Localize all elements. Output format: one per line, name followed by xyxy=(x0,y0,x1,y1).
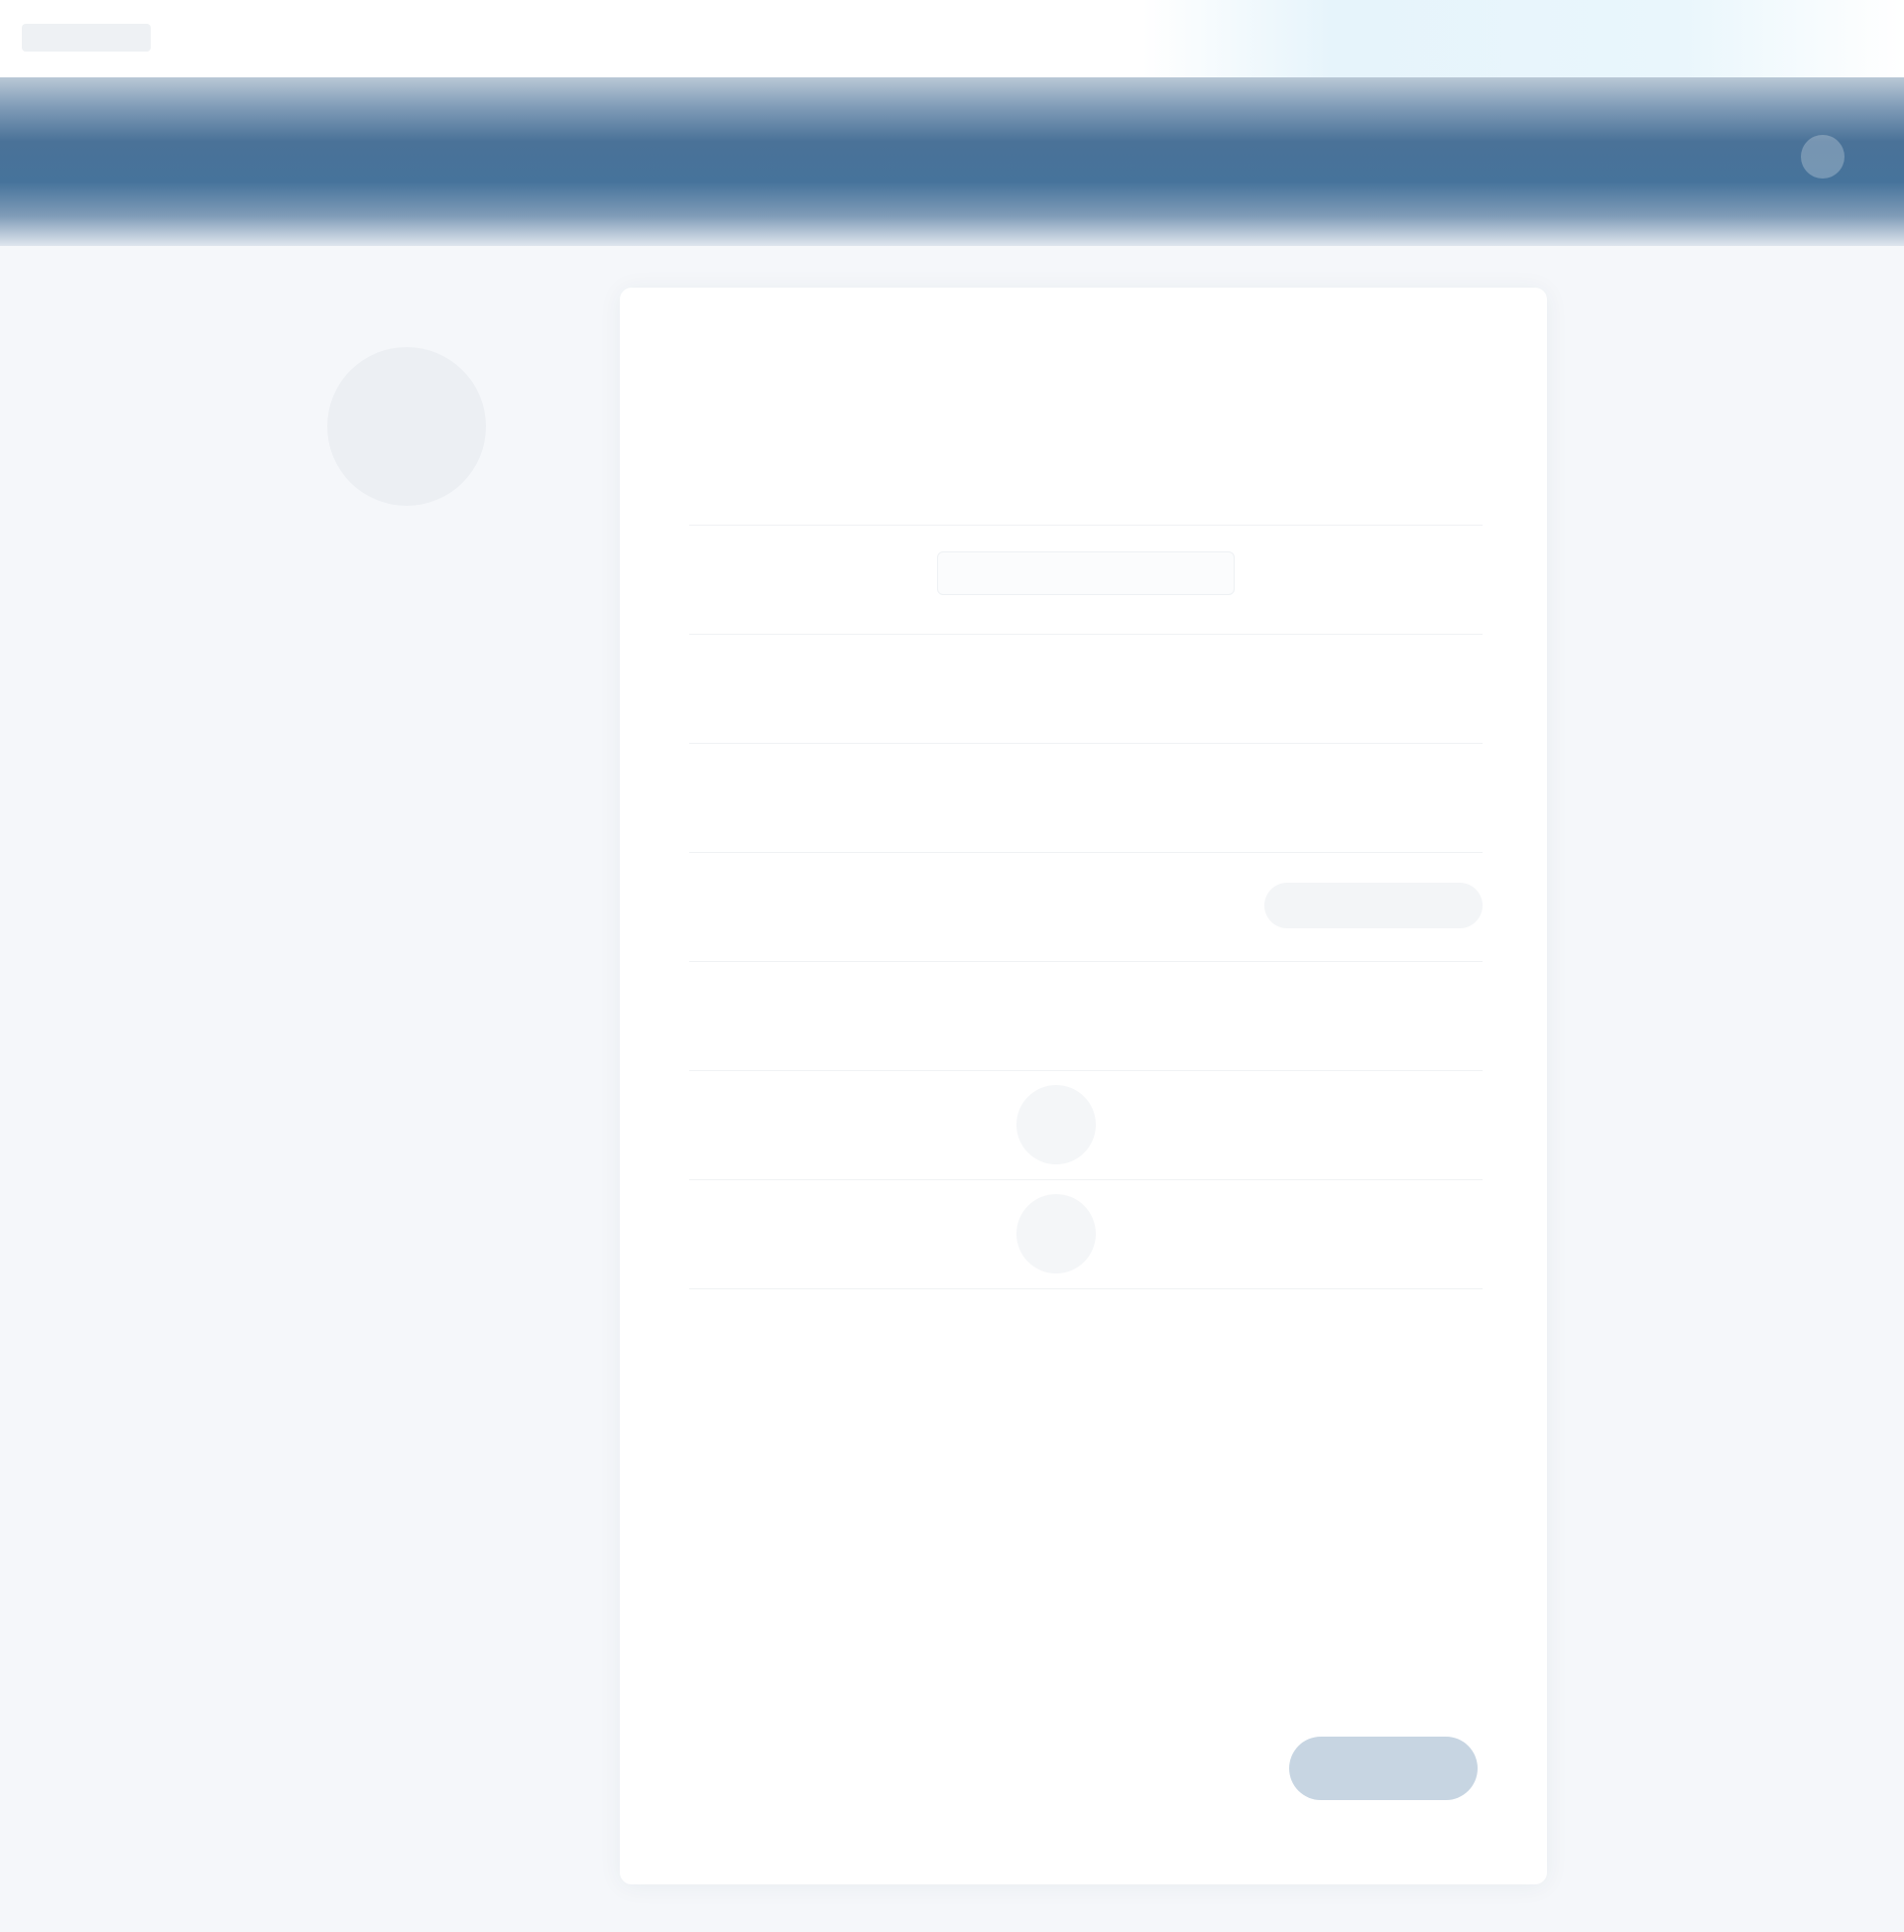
form-row xyxy=(689,853,1483,962)
save-button[interactable] xyxy=(1289,1737,1478,1800)
row-action-pill[interactable] xyxy=(1264,883,1483,928)
sidebar xyxy=(268,278,526,506)
row-toggle[interactable] xyxy=(1016,1085,1096,1164)
form-row xyxy=(689,744,1483,853)
text-field[interactable] xyxy=(937,551,1235,595)
form-row xyxy=(689,1180,1483,1289)
form-row xyxy=(689,417,1483,526)
settings-card xyxy=(620,288,1547,1884)
navbar xyxy=(0,77,1904,246)
row-toggle[interactable] xyxy=(1016,1194,1096,1273)
form-row xyxy=(689,526,1483,635)
user-avatar-icon[interactable] xyxy=(1801,135,1844,179)
top-strip xyxy=(0,0,1904,77)
form-row xyxy=(689,962,1483,1071)
profile-avatar[interactable] xyxy=(327,347,486,506)
logo[interactable] xyxy=(22,24,151,52)
form-row xyxy=(689,1071,1483,1180)
form-row xyxy=(689,635,1483,744)
